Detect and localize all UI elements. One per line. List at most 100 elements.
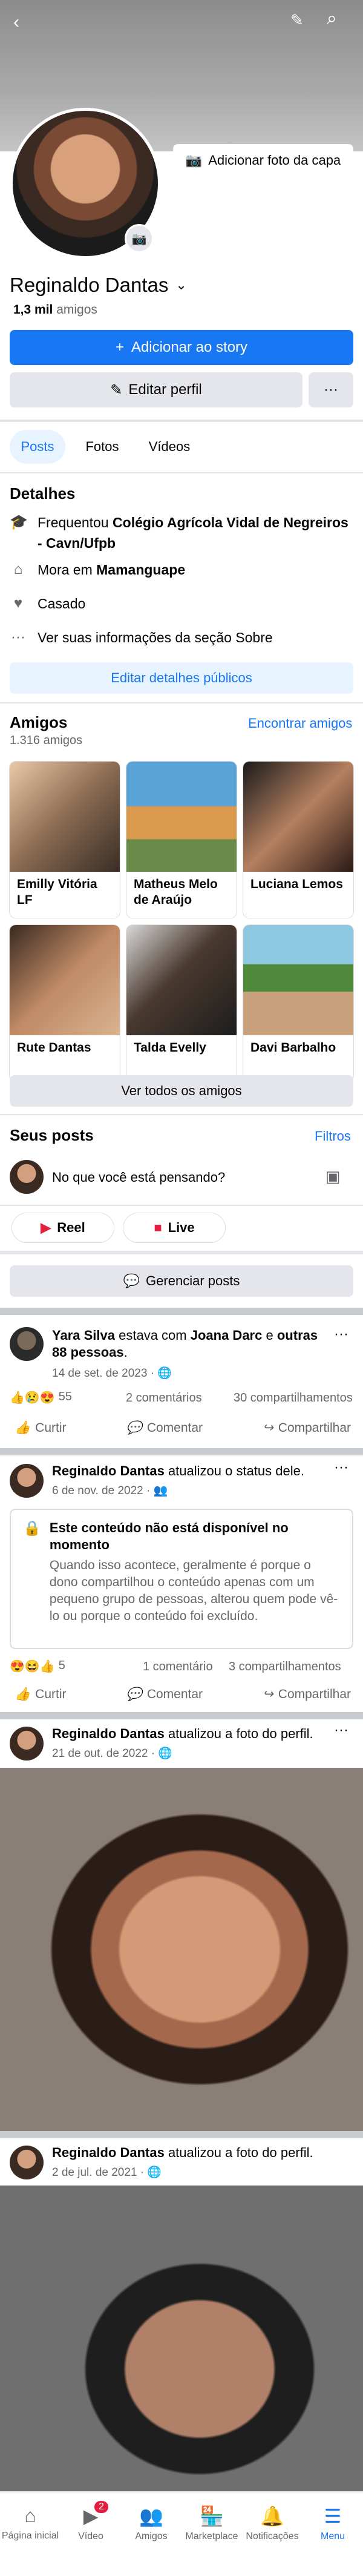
add-cover-photo-button[interactable]: 📷 Adicionar foto da capa: [173, 144, 353, 177]
friend-name: Davi Barbalho: [250, 1041, 336, 1055]
post-action-text: atualizou a foto do perfil.: [168, 2145, 313, 2160]
camera-icon[interactable]: 📷: [125, 224, 154, 253]
unavailable-body: Quando isso acontece, geralmente é porqu…: [49, 1558, 338, 1623]
live-button[interactable]: ■ Live: [123, 1213, 225, 1242]
nav-marketplace[interactable]: 🏪 Marketplace: [182, 2505, 242, 2576]
post-menu-icon[interactable]: ···: [334, 1326, 348, 1343]
edit-pencil-icon[interactable]: ✎: [290, 11, 304, 30]
lock-icon: 🔒: [23, 1520, 41, 1537]
add-cover-photo-label: Adicionar foto da capa: [208, 153, 341, 168]
tagged-person[interactable]: Joana Darc: [191, 1328, 263, 1343]
friend-card[interactable]: Rute Dantas: [10, 925, 120, 1081]
friends-total: 1.316 amigos: [10, 734, 83, 747]
post-date: 2 de jul. de 2021 · 🌐: [52, 2166, 162, 2179]
post-author[interactable]: Yara Silva: [52, 1328, 115, 1343]
post-with-text: estava com: [119, 1328, 187, 1343]
avatar[interactable]: [10, 1160, 44, 1194]
post-actions: 👍 Curtir 💬 Comentar ↪ Compartilhar: [15, 1687, 351, 1702]
nav-menu[interactable]: ☰ Menu: [302, 2505, 363, 2576]
nav-label: Notificações: [246, 2531, 299, 2541]
reactions-summary[interactable]: 😍😆👍 5: [10, 1659, 65, 1674]
friend-photo: [243, 925, 353, 1035]
avatar[interactable]: [10, 2146, 44, 2179]
comment-button[interactable]: 💬 Comentar: [126, 1420, 203, 1435]
camera-icon: 📷: [185, 153, 203, 168]
friend-photo: [243, 762, 353, 872]
like-button[interactable]: 👍 Curtir: [15, 1687, 67, 1702]
more-options-button[interactable]: ···: [309, 372, 353, 407]
nav-notifications[interactable]: 🔔 Notificações: [242, 2505, 302, 2576]
add-to-story-button[interactable]: + Adicionar ao story: [10, 330, 353, 365]
post-author[interactable]: Reginaldo Dantas: [52, 2145, 165, 2160]
reel-icon: ▶: [41, 1220, 51, 1235]
avatar[interactable]: [10, 1327, 44, 1361]
composer-input[interactable]: No que você está pensando?: [52, 1170, 225, 1185]
comment-label: Comentar: [146, 1420, 203, 1435]
edit-public-details-button[interactable]: Editar detalhes públicos: [10, 662, 353, 694]
share-button[interactable]: ↪ Compartilhar: [263, 1687, 351, 1702]
comment-icon: 💬: [126, 1687, 142, 1701]
avatar[interactable]: [10, 1727, 44, 1761]
post-header: Yara Silva estava com Joana Darc e outra…: [52, 1328, 318, 1360]
post-author[interactable]: Reginaldo Dantas: [52, 1463, 165, 1478]
manage-posts-button[interactable]: 💬 Gerenciar posts: [10, 1265, 353, 1297]
share-button[interactable]: ↪ Compartilhar: [263, 1420, 351, 1435]
reactions-count: 55: [58, 1390, 72, 1403]
filters-link[interactable]: Filtros: [315, 1128, 351, 1144]
bottom-navigation: ⌂ Página inicial ▶ Vídeo 2 👥 Amigos 🏪 Market…: [0, 2491, 363, 2576]
post-action-text: atualizou o status dele.: [168, 1463, 304, 1478]
nav-label: Página inicial: [1, 2531, 59, 2541]
chevron-down-icon[interactable]: ⌄: [175, 277, 186, 293]
home-place[interactable]: Mamanguape: [96, 562, 185, 578]
post-author[interactable]: Reginaldo Dantas: [52, 1726, 165, 1741]
find-friends-link[interactable]: Encontrar amigos: [248, 716, 352, 731]
friend-card[interactable]: Matheus Melo de Araújo: [126, 762, 237, 918]
tab-photos[interactable]: Fotos: [76, 430, 128, 464]
reel-button[interactable]: ▶ Reel: [12, 1213, 114, 1242]
relationship-text: Casado: [38, 596, 86, 611]
tab-posts[interactable]: Posts: [10, 430, 65, 464]
post-menu-icon[interactable]: ···: [334, 1722, 348, 1739]
see-all-friends-button[interactable]: Ver todos os amigos: [10, 1075, 353, 1107]
edit-profile-button[interactable]: ✎ Editar perfil: [10, 372, 302, 407]
friend-card[interactable]: Davi Barbalho: [243, 925, 353, 1081]
profile-photo-post-image[interactable]: [0, 1768, 363, 2131]
back-icon[interactable]: ‹: [13, 12, 19, 33]
friend-card[interactable]: Emilly Vitória LF: [10, 762, 120, 918]
profile-photo-post-image[interactable]: [0, 2186, 363, 2491]
profile-name[interactable]: Reginaldo Dantas ⌄: [10, 274, 187, 297]
nav-friends[interactable]: 👥 Amigos: [121, 2505, 182, 2576]
tab-videos[interactable]: Vídeos: [140, 430, 198, 464]
comment-button[interactable]: 💬 Comentar: [126, 1687, 203, 1702]
post-menu-icon[interactable]: ···: [334, 1459, 348, 1476]
comment-label: Comentar: [146, 1687, 203, 1701]
shares-count[interactable]: 30 compartilhamentos: [234, 1391, 353, 1405]
detail-see-about[interactable]: ··· Ver suas informações da seção Sobre: [10, 627, 273, 648]
search-icon[interactable]: ⌕: [327, 8, 337, 29]
friend-card[interactable]: Luciana Lemos: [243, 762, 353, 918]
more-dots-icon: ···: [11, 629, 25, 645]
friend-name: Talda Evelly: [134, 1041, 206, 1055]
comments-count[interactable]: 1 comentário: [143, 1660, 213, 1674]
friends-count[interactable]: 1,3 mil amigos: [13, 303, 97, 317]
nav-label: Vídeo: [78, 2531, 103, 2541]
avatar[interactable]: [10, 1464, 44, 1498]
comments-count[interactable]: 2 comentários: [126, 1391, 202, 1405]
bell-icon: 🔔: [260, 2505, 284, 2527]
friends-icon: 👥: [139, 2505, 163, 2527]
photo-icon[interactable]: ▣: [325, 1167, 341, 1186]
live-video-icon: ■: [154, 1220, 162, 1235]
details-title: Detalhes: [10, 484, 76, 502]
nav-home[interactable]: ⌂ Página inicial: [0, 2505, 60, 2576]
friend-photo: [10, 925, 120, 1035]
friend-card[interactable]: Talda Evelly: [126, 925, 237, 1081]
share-icon: ↪: [263, 1421, 273, 1435]
friend-name: Rute Dantas: [17, 1041, 91, 1055]
nav-video[interactable]: ▶ Vídeo 2: [60, 2501, 121, 2576]
like-label: Curtir: [35, 1687, 67, 1701]
like-button[interactable]: 👍 Curtir: [15, 1420, 67, 1435]
share-label: Compartilhar: [278, 1687, 351, 1701]
live-label: Live: [168, 1220, 195, 1235]
shares-count[interactable]: 3 compartilhamentos: [229, 1660, 341, 1674]
reactions-summary[interactable]: 👍😢😍 55: [10, 1390, 72, 1405]
